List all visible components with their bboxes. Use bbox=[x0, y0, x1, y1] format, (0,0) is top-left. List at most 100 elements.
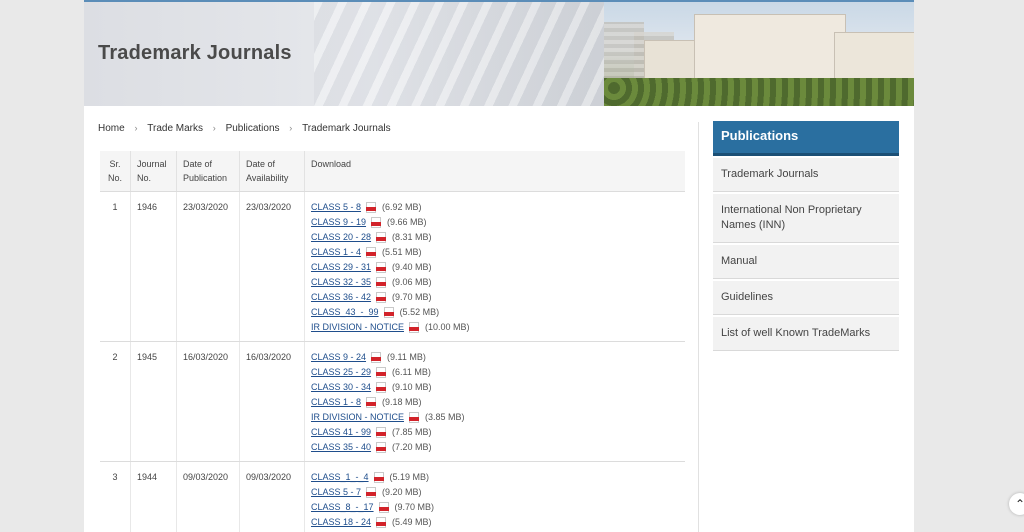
pdf-icon[interactable] bbox=[376, 277, 387, 288]
download-link[interactable]: CLASS 25 - 29 bbox=[311, 365, 371, 380]
file-size: (9.70 MB) bbox=[394, 502, 435, 512]
breadcrumb-current: Trademark Journals bbox=[302, 123, 391, 134]
pdf-icon[interactable] bbox=[378, 502, 389, 513]
download-item: CLASS_43_-_99 (5.52 MB) bbox=[311, 305, 679, 320]
sidebar-item-manual[interactable]: Manual bbox=[713, 245, 899, 279]
file-size: (7.20 MB) bbox=[392, 442, 432, 452]
building-photo bbox=[604, 2, 914, 106]
download-item: CLASS 1 - 8 (9.18 MB) bbox=[311, 395, 679, 410]
download-link[interactable]: CLASS 30 - 34 bbox=[311, 380, 371, 395]
banner-decoration bbox=[314, 2, 644, 106]
cell-date-publication: 23/03/2020 bbox=[176, 191, 240, 342]
download-item: CLASS 5 - 7 (9.20 MB) bbox=[311, 485, 679, 500]
pdf-icon[interactable] bbox=[376, 292, 387, 303]
download-item: CLASS 30 - 34 (9.10 MB) bbox=[311, 380, 679, 395]
cell-date-availability: 23/03/2020 bbox=[239, 191, 305, 342]
download-link[interactable]: CLASS 35 - 40 bbox=[311, 440, 371, 455]
download-link[interactable]: CLASS 9 - 19 bbox=[311, 215, 366, 230]
breadcrumb-trade-marks[interactable]: Trade Marks bbox=[147, 123, 203, 134]
download-item: CLASS 25 - 29 (6.11 MB) bbox=[311, 365, 679, 380]
download-item: CLASS_8_-_17 (9.70 MB) bbox=[311, 500, 679, 515]
cell-sr-no: 2 bbox=[100, 341, 131, 462]
file-size: (5.49 MB) bbox=[392, 517, 432, 527]
pdf-icon[interactable] bbox=[366, 202, 377, 213]
sidebar-item-guidelines[interactable]: Guidelines bbox=[713, 281, 899, 315]
download-link[interactable]: CLASS 41 - 99 bbox=[311, 425, 371, 440]
pdf-icon[interactable] bbox=[409, 412, 420, 423]
pdf-icon[interactable] bbox=[376, 442, 387, 453]
cell-date-availability: 09/03/2020 bbox=[239, 461, 305, 532]
chevron-right-icon: › bbox=[289, 123, 293, 133]
download-link[interactable]: CLASS 9 - 24 bbox=[311, 350, 366, 365]
breadcrumb-publications[interactable]: Publications bbox=[226, 123, 280, 134]
file-size: (9.18 MB) bbox=[382, 397, 422, 407]
download-item: CLASS 9 - 19 (9.66 MB) bbox=[311, 215, 679, 230]
download-item: CLASS 9 - 24 (9.11 MB) bbox=[311, 350, 679, 365]
download-link[interactable]: CLASS 1 - 8 bbox=[311, 395, 361, 410]
download-item: CLASS 35 - 40 (7.20 MB) bbox=[311, 440, 679, 455]
pdf-icon[interactable] bbox=[409, 322, 420, 333]
sidebar-title: Publications bbox=[713, 121, 899, 156]
journals-table-container: Sr. No. Journal No. Date of Publication … bbox=[100, 151, 685, 532]
table-row: 3 1944 09/03/2020 09/03/2020 CLASS_1_-_4 (5.1… bbox=[100, 461, 685, 532]
pdf-icon[interactable] bbox=[371, 217, 382, 228]
pdf-icon[interactable] bbox=[366, 397, 377, 408]
breadcrumb-home[interactable]: Home bbox=[98, 123, 125, 134]
pdf-icon[interactable] bbox=[373, 472, 384, 483]
download-item: CLASS 1 - 4 (5.51 MB) bbox=[311, 245, 679, 260]
file-size: (7.85 MB) bbox=[392, 427, 432, 437]
pdf-icon[interactable] bbox=[376, 517, 387, 528]
download-item: CLASS 20 - 28 (8.31 MB) bbox=[311, 230, 679, 245]
download-item: CLASS 5 - 8 (6.92 MB) bbox=[311, 200, 679, 215]
cell-download: CLASS_1_-_4 (5.19 MB) CLASS 5 - 7 (9.20 MB)… bbox=[304, 461, 685, 532]
cell-download: CLASS 5 - 8 (6.92 MB) CLASS 9 - 19 (9.66 MB… bbox=[304, 191, 685, 342]
cell-journal-no: 1946 bbox=[130, 191, 177, 342]
download-link[interactable]: CLASS 1 - 4 bbox=[311, 245, 361, 260]
download-link[interactable]: CLASS 29 - 31 bbox=[311, 260, 371, 275]
chevron-right-icon: › bbox=[134, 123, 138, 133]
file-size: (8.31 MB) bbox=[392, 232, 432, 242]
divider bbox=[698, 122, 699, 532]
download-link[interactable]: CLASS 36 - 42 bbox=[311, 290, 371, 305]
cell-date-publication: 09/03/2020 bbox=[176, 461, 240, 532]
sidebar-item-inn[interactable]: International Non Proprietary Names (INN… bbox=[713, 194, 899, 243]
header-sr-no: Sr. No. bbox=[100, 151, 131, 192]
pdf-icon[interactable] bbox=[376, 262, 387, 273]
pdf-icon[interactable] bbox=[371, 352, 382, 363]
download-item: CLASS 29 - 31 (9.40 MB) bbox=[311, 260, 679, 275]
sidebar-item-well-known-trademarks[interactable]: List of well Known TradeMarks bbox=[713, 317, 899, 351]
pdf-icon[interactable] bbox=[376, 367, 387, 378]
cell-date-publication: 16/03/2020 bbox=[176, 341, 240, 462]
file-size: (5.19 MB) bbox=[389, 472, 430, 482]
download-link[interactable]: CLASS_1_-_4 bbox=[311, 470, 369, 485]
download-link[interactable]: CLASS 20 - 28 bbox=[311, 230, 371, 245]
sidebar-item-trademark-journals[interactable]: Trademark Journals bbox=[713, 158, 899, 192]
download-link[interactable]: CLASS 32 - 35 bbox=[311, 275, 371, 290]
sidebar: Publications Trademark Journals Internat… bbox=[713, 121, 899, 351]
cell-journal-no: 1945 bbox=[130, 341, 177, 462]
download-link[interactable]: CLASS_43_-_99 bbox=[311, 305, 379, 320]
file-size: (10.00 MB) bbox=[425, 322, 470, 332]
header-journal-no: Journal No. bbox=[130, 151, 177, 192]
pdf-icon[interactable] bbox=[376, 382, 387, 393]
file-size: (3.85 MB) bbox=[425, 412, 465, 422]
download-item: CLASS 18 - 24 (5.49 MB) bbox=[311, 515, 679, 530]
download-link[interactable]: CLASS 5 - 8 bbox=[311, 200, 361, 215]
chevron-up-icon[interactable]: ⌃ bbox=[1009, 493, 1024, 515]
cell-sr-no: 3 bbox=[100, 461, 131, 532]
cell-date-availability: 16/03/2020 bbox=[239, 341, 305, 462]
pdf-icon[interactable] bbox=[383, 307, 394, 318]
download-link[interactable]: CLASS 18 - 24 bbox=[311, 515, 371, 530]
download-item: CLASS 36 - 42 (9.70 MB) bbox=[311, 290, 679, 305]
download-link[interactable]: IR DIVISION - NOTICE bbox=[311, 410, 404, 425]
pdf-icon[interactable] bbox=[366, 487, 377, 498]
header-date-publication: Date of Publication bbox=[176, 151, 240, 192]
pdf-icon[interactable] bbox=[376, 427, 387, 438]
download-link[interactable]: CLASS_8_-_17 bbox=[311, 500, 374, 515]
download-link[interactable]: CLASS 5 - 7 bbox=[311, 485, 361, 500]
pdf-icon[interactable] bbox=[366, 247, 377, 258]
pdf-icon[interactable] bbox=[376, 232, 387, 243]
download-item: CLASS 32 - 35 (9.06 MB) bbox=[311, 275, 679, 290]
download-link[interactable]: IR DIVISION - NOTICE bbox=[311, 320, 404, 335]
file-size: (9.20 MB) bbox=[382, 487, 422, 497]
